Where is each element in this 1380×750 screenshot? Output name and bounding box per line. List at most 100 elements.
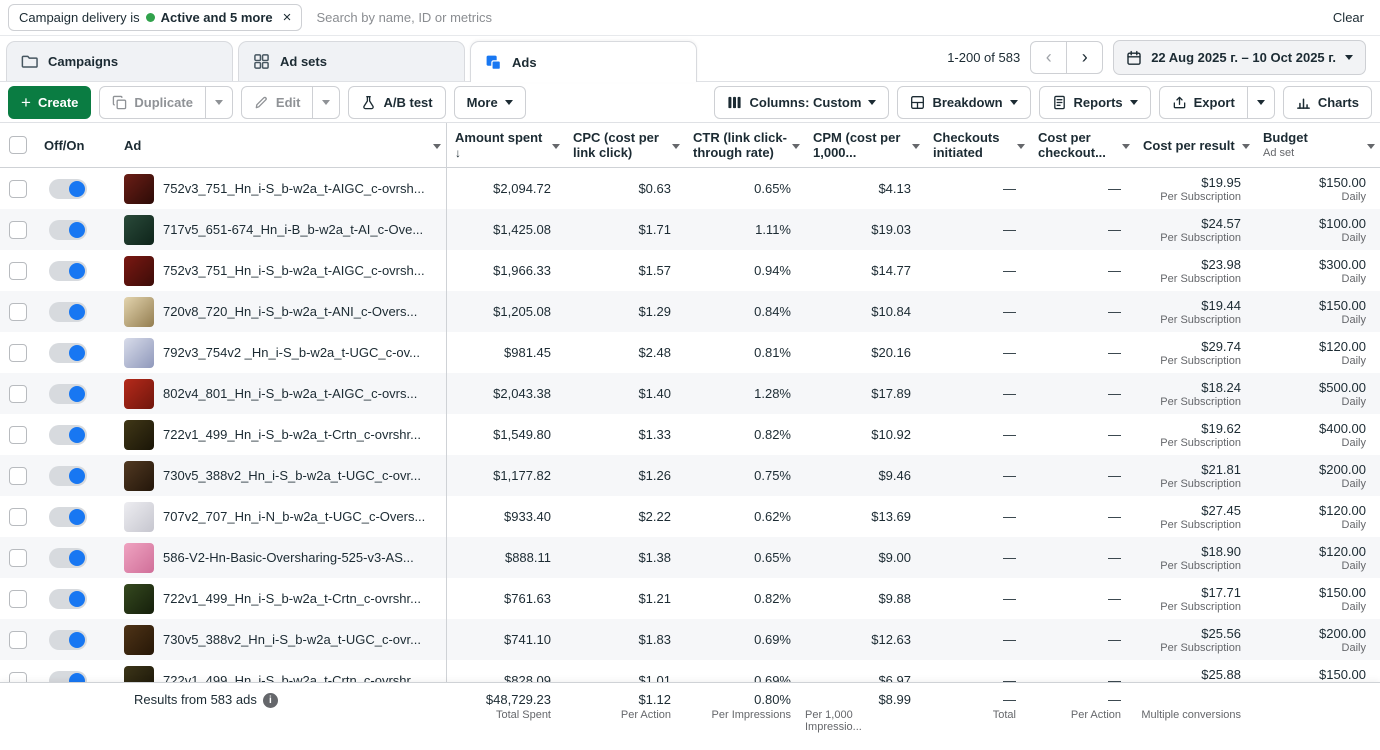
edit-button[interactable]: Edit — [241, 86, 314, 119]
row-checkbox[interactable] — [9, 631, 27, 649]
col-header-cpm[interactable]: CPM (cost per 1,000... — [805, 123, 925, 167]
chevron-down-icon[interactable] — [1242, 144, 1250, 149]
ad-status-toggle[interactable] — [49, 548, 87, 568]
col-header-cpc[interactable]: CPC (cost per link click) — [565, 123, 685, 167]
ad-status-toggle[interactable] — [49, 343, 87, 363]
breakdown-button[interactable]: Breakdown — [897, 86, 1030, 119]
chevron-down-icon[interactable] — [552, 144, 560, 149]
tab-campaigns[interactable]: Campaigns — [6, 41, 233, 81]
table-row: 707v2_707_Hn_i-N_b-w2a_t-UGC_c-Overs... … — [0, 496, 1380, 537]
cpm-cell: $19.03 — [805, 209, 925, 250]
ad-name-link[interactable]: 802v4_801_Hn_i-S_b-w2a_t-AIGC_c-ovrs... — [163, 386, 417, 401]
ad-name-link[interactable]: 717v5_651-674_Hn_i-B_b-w2a_t-AI_c-Ove... — [163, 222, 423, 237]
toggle-knob — [69, 509, 85, 525]
ad-status-toggle[interactable] — [49, 630, 87, 650]
reports-button[interactable]: Reports — [1039, 86, 1151, 119]
row-checkbox[interactable] — [9, 549, 27, 567]
ad-status-toggle[interactable] — [49, 507, 87, 527]
row-checkbox-cell — [0, 373, 36, 414]
ad-name-link[interactable]: 752v3_751_Hn_i-S_b-w2a_t-AIGC_c-ovrsh... — [163, 263, 425, 278]
checkouts-cell: — — [925, 332, 1030, 373]
chevron-down-icon[interactable] — [912, 144, 920, 149]
ad-name-link[interactable]: 752v3_751_Hn_i-S_b-w2a_t-AIGC_c-ovrsh... — [163, 181, 425, 196]
row-checkbox[interactable] — [9, 426, 27, 444]
ad-name-link[interactable]: 720v8_720_Hn_i-S_b-w2a_t-ANI_c-Overs... — [163, 304, 417, 319]
chevron-down-icon[interactable] — [1367, 144, 1375, 149]
total-cpm: $8.99Per 1,000 Impressio... — [805, 692, 925, 750]
ab-test-button[interactable]: A/B test — [348, 86, 445, 119]
row-checkbox[interactable] — [9, 221, 27, 239]
col-header-ctr[interactable]: CTR (link click-through rate) — [685, 123, 805, 167]
cost-per-checkout-cell: — — [1030, 578, 1135, 619]
select-all-checkbox[interactable] — [9, 136, 27, 154]
tabs-right-controls: 1-200 of 583 ‹ › 22 Aug 2025 г. – 10 Oct… — [947, 40, 1366, 81]
cpc-cell: $2.48 — [565, 332, 685, 373]
col-header-cost-per-checkout[interactable]: Cost per checkout... — [1030, 123, 1135, 167]
table-body: 752v3_751_Hn_i-S_b-w2a_t-AIGC_c-ovrsh...… — [0, 168, 1380, 701]
cpm-cell: $14.77 — [805, 250, 925, 291]
row-checkbox[interactable] — [9, 508, 27, 526]
row-toggle-cell — [36, 291, 110, 332]
search-input[interactable] — [316, 10, 1318, 25]
col-header-ad[interactable]: Ad — [110, 123, 447, 167]
row-checkbox[interactable] — [9, 180, 27, 198]
ad-status-toggle[interactable] — [49, 179, 87, 199]
chevron-down-icon[interactable] — [672, 144, 680, 149]
tab-ads[interactable]: Ads — [470, 41, 697, 82]
ad-status-toggle[interactable] — [49, 261, 87, 281]
ad-status-toggle[interactable] — [49, 589, 87, 609]
duplicate-split-button: Duplicate — [99, 86, 233, 119]
col-header-checkouts-initiated[interactable]: Checkouts initiated — [925, 123, 1030, 167]
chevron-down-icon[interactable] — [433, 144, 441, 149]
create-button[interactable]: + Create — [8, 86, 91, 119]
previous-page-button[interactable]: ‹ — [1030, 41, 1067, 74]
remove-filter-icon[interactable]: × — [283, 10, 292, 25]
date-range-button[interactable]: 22 Aug 2025 г. – 10 Oct 2025 г. — [1113, 40, 1366, 75]
duplicate-dropdown-button[interactable] — [205, 86, 233, 119]
ad-name-link[interactable]: 722v1_499_Hn_i-S_b-w2a_t-Crtn_c-ovrshr..… — [163, 427, 421, 442]
row-checkbox[interactable] — [9, 344, 27, 362]
more-button[interactable]: More — [454, 86, 526, 119]
cost-per-result-cell: $19.95Per Subscription — [1135, 168, 1255, 209]
ad-status-toggle[interactable] — [49, 384, 87, 404]
ad-name-link[interactable]: 586-V2-Hn-Basic-Oversharing-525-v3-AS... — [163, 550, 414, 565]
row-checkbox[interactable] — [9, 590, 27, 608]
chevron-down-icon — [1257, 100, 1265, 105]
ad-name-link[interactable]: 707v2_707_Hn_i-N_b-w2a_t-UGC_c-Overs... — [163, 509, 425, 524]
info-icon[interactable]: i — [263, 693, 278, 708]
row-checkbox[interactable] — [9, 385, 27, 403]
ad-name-link[interactable]: 722v1_499_Hn_i-S_b-w2a_t-Crtn_c-ovrshr..… — [163, 591, 421, 606]
row-checkbox[interactable] — [9, 303, 27, 321]
edit-dropdown-button[interactable] — [312, 86, 340, 119]
chevron-down-icon[interactable] — [792, 144, 800, 149]
ad-status-toggle[interactable] — [49, 466, 87, 486]
ad-cell: 717v5_651-674_Hn_i-B_b-w2a_t-AI_c-Ove... — [110, 209, 447, 250]
columns-button[interactable]: Columns: Custom — [714, 86, 889, 119]
ad-name-link[interactable]: 792v3_754v2 _Hn_i-S_b-w2a_t-UGC_c-ov... — [163, 345, 420, 360]
filter-chip-prefix: Campaign delivery is — [19, 10, 140, 25]
ad-status-toggle[interactable] — [49, 302, 87, 322]
chevron-down-icon[interactable] — [1017, 144, 1025, 149]
ad-status-toggle[interactable] — [49, 425, 87, 445]
col-header-cost-per-result[interactable]: Cost per result — [1135, 123, 1255, 167]
ad-cell: 707v2_707_Hn_i-N_b-w2a_t-UGC_c-Overs... — [110, 496, 447, 537]
tab-ad-sets[interactable]: Ad sets — [238, 41, 465, 81]
col-header-amount-spent[interactable]: Amount spent ↓ — [447, 123, 565, 167]
next-page-button[interactable]: › — [1066, 41, 1103, 74]
date-range-label: 22 Aug 2025 г. – 10 Oct 2025 г. — [1151, 50, 1336, 65]
campaign-delivery-filter-chip[interactable]: Campaign delivery is Active and 5 more × — [8, 4, 302, 31]
col-header-off-on: Off/On — [36, 123, 110, 167]
clear-filters-button[interactable]: Clear — [1333, 10, 1364, 25]
export-dropdown-button[interactable] — [1247, 86, 1275, 119]
ad-name-link[interactable]: 730v5_388v2_Hn_i-S_b-w2a_t-UGC_c-ovr... — [163, 632, 421, 647]
ad-status-toggle[interactable] — [49, 220, 87, 240]
ad-name-link[interactable]: 730v5_388v2_Hn_i-S_b-w2a_t-UGC_c-ovr... — [163, 468, 421, 483]
charts-button[interactable]: Charts — [1283, 86, 1372, 119]
export-button[interactable]: Export — [1159, 86, 1248, 119]
col-header-budget[interactable]: Budget Ad set — [1255, 123, 1380, 167]
row-checkbox[interactable] — [9, 467, 27, 485]
sort-descending-icon[interactable]: ↓ — [455, 146, 542, 161]
row-checkbox[interactable] — [9, 262, 27, 280]
chevron-down-icon[interactable] — [1122, 144, 1130, 149]
duplicate-button[interactable]: Duplicate — [99, 86, 206, 119]
